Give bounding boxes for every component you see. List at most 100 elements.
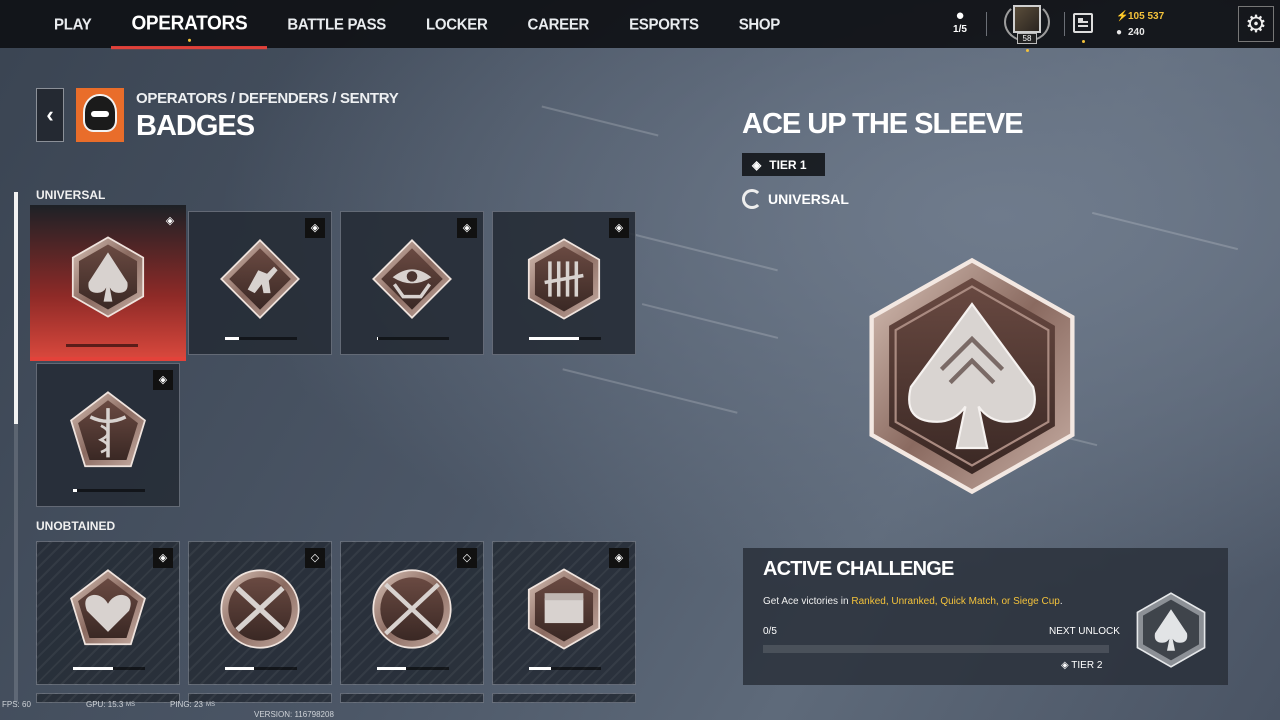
renown-value: 105 537 xyxy=(1128,11,1165,22)
badge-progress-bar xyxy=(66,344,138,347)
challenge-desc-text: Get Ace victories in xyxy=(763,596,852,607)
badge-card-all-seeing-eye[interactable]: ◈ xyxy=(340,211,484,355)
badge-progress-fill xyxy=(377,337,379,340)
challenge-description: Get Ace victories in Ranked, Unranked, Q… xyxy=(763,596,1063,607)
crossed-rifles-icon xyxy=(372,569,452,649)
tier-icon: ◈ xyxy=(457,218,477,238)
badge-card-tally[interactable]: ◈ xyxy=(492,211,636,355)
challenge-progress-bar xyxy=(763,645,1109,653)
tier-icon: ◈ xyxy=(609,218,629,238)
page-title: BADGES xyxy=(136,110,255,142)
caduceus-badge-icon xyxy=(70,391,146,468)
breadcrumb[interactable]: OPERATORS / DEFENDERS / SENTRY xyxy=(136,90,399,107)
tier-badge: ◈ TIER 1 xyxy=(742,153,825,176)
challenge-desc-end: . xyxy=(1059,596,1063,607)
badge-progress-bar xyxy=(225,667,297,670)
badge-card-partial[interactable] xyxy=(340,693,484,703)
badge-card-broken-heart[interactable]: ◈ xyxy=(36,541,180,685)
main-nav: PLAY OPERATORS BATTLE PASS LOCKER CAREER… xyxy=(34,0,800,50)
chevron-left-icon: ‹ xyxy=(46,102,54,127)
badge-progress-fill xyxy=(73,489,77,492)
category-label: UNIVERSAL xyxy=(768,191,849,207)
squad-count: 1/5 xyxy=(953,24,967,35)
paw-icon: ● xyxy=(955,7,965,24)
ping-unit: MS xyxy=(206,702,215,708)
divider xyxy=(986,12,987,36)
universal-icon xyxy=(742,189,762,209)
renown-icon: ⚡ xyxy=(1116,11,1129,22)
bg-streak xyxy=(541,105,659,137)
heart-badge-icon xyxy=(70,569,146,646)
challenge-progress-count: 0/5 xyxy=(763,626,777,637)
eye-badge-icon xyxy=(372,239,452,319)
badge-progress-bar xyxy=(377,667,449,670)
tier-icon: ◈ xyxy=(165,215,175,227)
renown-balance: ⚡105 537 xyxy=(1116,11,1164,22)
nav-play[interactable]: PLAY xyxy=(34,0,111,49)
squad-button[interactable]: ● 1/5 xyxy=(946,7,974,36)
nav-esports[interactable]: ESPORTS xyxy=(609,0,719,49)
crate-badge-icon xyxy=(527,568,601,650)
tier-icon: ◈ xyxy=(609,548,629,568)
bg-streak xyxy=(562,368,738,414)
ace-spade-badge-large xyxy=(869,257,1075,495)
badge-progress-bar xyxy=(529,667,601,670)
debug-footer: FPS: 60 GPU: 15.3 MS PING: 23 MS VERSION… xyxy=(0,698,340,720)
next-tier-label: TIER 2 xyxy=(1071,660,1103,671)
scrollbar-thumb[interactable] xyxy=(14,192,18,424)
badge-card-caduceus[interactable]: ◈ xyxy=(36,363,180,507)
operator-icon xyxy=(76,88,124,142)
credits-icon: ● xyxy=(1116,27,1123,38)
version-readout: VERSION: 116798208 xyxy=(254,710,334,719)
challenge-desc-modes: Ranked, Unranked, Quick Match, or Siege … xyxy=(851,596,1060,607)
badge-progress-fill xyxy=(529,337,580,340)
bg-streak xyxy=(1091,211,1239,251)
badge-progress-fill xyxy=(225,667,254,670)
news-icon[interactable] xyxy=(1073,13,1093,33)
badge-card-partial[interactable] xyxy=(492,693,636,703)
challenge-heading: ACTIVE CHALLENGE xyxy=(763,558,954,580)
settings-button[interactable]: ⚙ xyxy=(1238,6,1274,42)
nav-career[interactable]: CAREER xyxy=(508,0,610,49)
nav-shop[interactable]: SHOP xyxy=(719,0,800,49)
badge-card-crossed-smgs[interactable]: ◇ xyxy=(188,541,332,685)
badge-progress-bar xyxy=(529,337,601,340)
top-navigation-bar: PLAY OPERATORS BATTLE PASS LOCKER CAREER… xyxy=(0,0,1280,52)
soldier-badge-icon xyxy=(220,239,300,319)
divider xyxy=(1064,12,1065,36)
next-unlock-label: NEXT UNLOCK xyxy=(1049,626,1120,637)
badge-category: UNIVERSAL xyxy=(742,189,849,209)
badge-progress-fill xyxy=(377,667,406,670)
scrollbar[interactable] xyxy=(14,192,18,702)
fps-readout: FPS: 60 xyxy=(2,700,31,709)
tier-icon: ◈ xyxy=(305,218,325,238)
back-button[interactable]: ‹ xyxy=(36,88,64,142)
section-unobtained-label: UNOBTAINED xyxy=(36,519,116,533)
badge-progress-fill xyxy=(225,337,240,340)
badge-progress-bar xyxy=(377,337,449,340)
nav-battle-pass[interactable]: BATTLE PASS xyxy=(267,0,406,49)
badge-card-soldier[interactable]: ◈ xyxy=(188,211,332,355)
profile-avatar[interactable]: 58 xyxy=(1004,2,1050,52)
nav-locker[interactable]: LOCKER xyxy=(406,0,508,49)
badge-card-ace-up-the-sleeve[interactable]: ◈ xyxy=(30,205,186,361)
avatar xyxy=(1013,5,1041,33)
section-universal-label: UNIVERSAL xyxy=(36,188,106,202)
gpu-unit: MS xyxy=(126,702,135,708)
gpu-readout: GPU: 15.3 xyxy=(86,700,124,709)
bg-streak xyxy=(641,303,779,339)
badge-card-supply-crate[interactable]: ◈ xyxy=(492,541,636,685)
credits-balance: ● 240 xyxy=(1116,27,1145,38)
next-tier-badge-icon xyxy=(1136,592,1206,668)
tier-icon: ◈ xyxy=(153,548,173,568)
badge-progress-bar xyxy=(73,489,145,492)
badge-card-crossed-rifles[interactable]: ◇ xyxy=(340,541,484,685)
notification-dot xyxy=(1082,40,1085,43)
helmet-icon xyxy=(83,94,117,132)
gear-icon: ⚙ xyxy=(1245,10,1267,38)
badge-progress-bar xyxy=(225,337,297,340)
tier-icon: ◈ xyxy=(153,370,173,390)
player-level: 58 xyxy=(1017,33,1037,44)
badge-progress-bar xyxy=(73,667,145,670)
nav-operators[interactable]: OPERATORS xyxy=(111,0,268,50)
